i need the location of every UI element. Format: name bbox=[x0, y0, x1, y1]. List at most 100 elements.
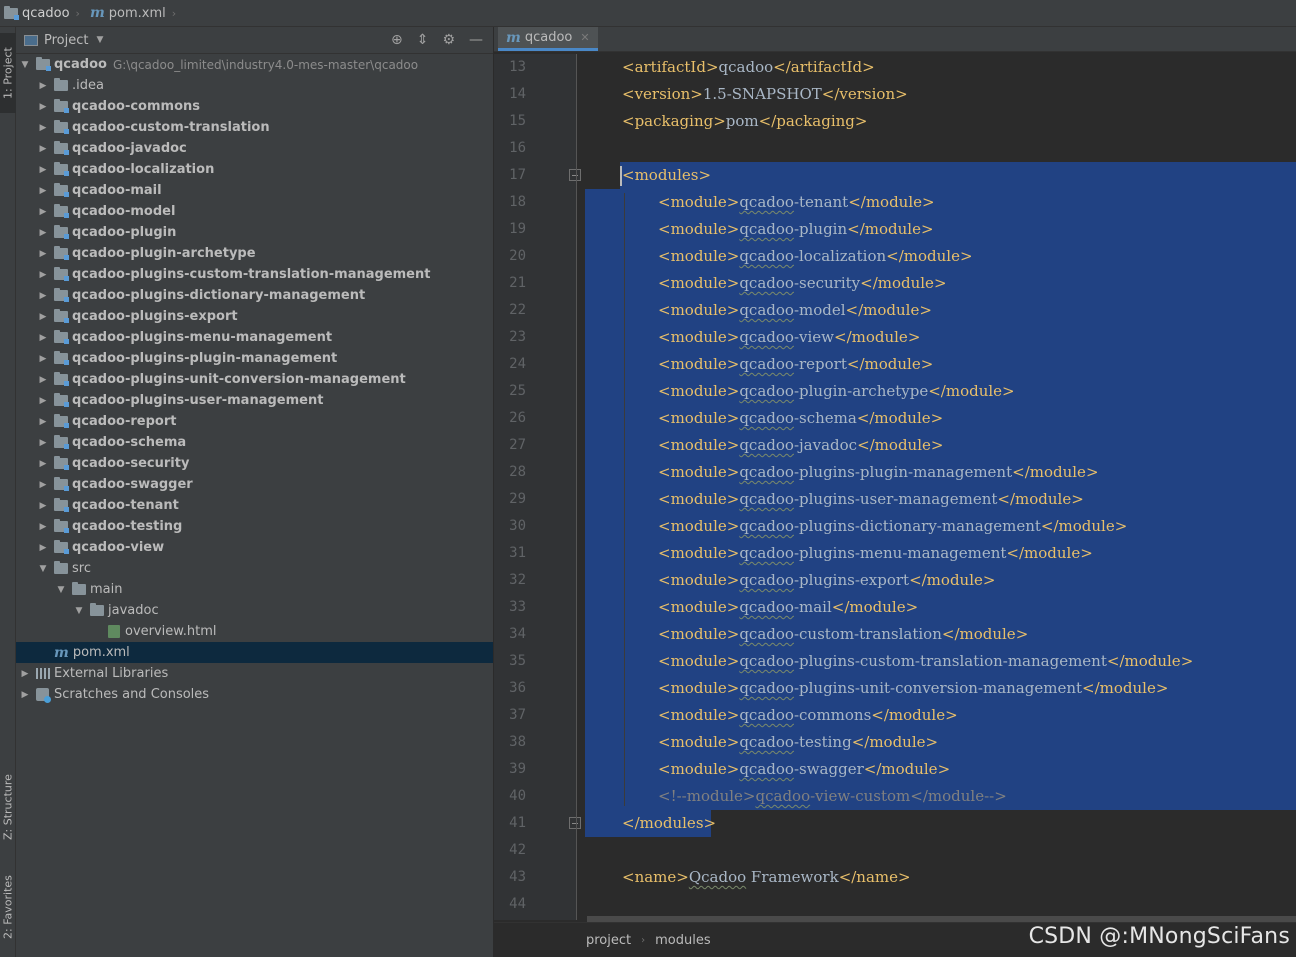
chevron-right-icon[interactable]: ▶ bbox=[18, 690, 32, 700]
favorites-tool-tab[interactable]: 2: Favorites bbox=[0, 857, 16, 957]
chevron-down-icon[interactable]: ▼ bbox=[72, 606, 86, 616]
tree-module[interactable]: ▶ qcadoo-plugins-export bbox=[16, 306, 493, 327]
tree-module[interactable]: ▶ qcadoo-plugins-plugin-management bbox=[16, 348, 493, 369]
chevron-right-icon[interactable]: ▶ bbox=[36, 102, 50, 112]
chevron-right-icon[interactable]: ▶ bbox=[36, 228, 50, 238]
tree-pom-file[interactable]: m pom.xml bbox=[16, 642, 493, 663]
tree-module[interactable]: ▶ qcadoo-view bbox=[16, 537, 493, 558]
breadcrumb-modules[interactable]: modules bbox=[655, 933, 711, 948]
code-token: <module> bbox=[658, 679, 740, 697]
chevron-right-icon[interactable]: ▶ bbox=[36, 417, 50, 427]
tree-module[interactable]: ▶ qcadoo-security bbox=[16, 453, 493, 474]
tree-module[interactable]: ▶ qcadoo-custom-translation bbox=[16, 117, 493, 138]
tree-module[interactable]: ▶ qcadoo-commons bbox=[16, 96, 493, 117]
tree-module[interactable]: ▶ qcadoo-model bbox=[16, 201, 493, 222]
tree-module[interactable]: ▶ qcadoo-mail bbox=[16, 180, 493, 201]
code-token: -custom-translation bbox=[793, 625, 942, 643]
chevron-right-icon[interactable]: ▶ bbox=[36, 123, 50, 133]
tree-module-name: qcadoo-plugins-unit-conversion-managemen… bbox=[72, 372, 406, 387]
tree-module[interactable]: ▶ qcadoo-swagger bbox=[16, 474, 493, 495]
tree-module-name: qcadoo-custom-translation bbox=[72, 120, 270, 135]
code-line: <!--module>qcadoo-view-custom</module--> bbox=[658, 783, 1007, 810]
tree-javadoc[interactable]: ▼ javadoc bbox=[16, 600, 493, 621]
collapse-icon[interactable]: ⇕ bbox=[417, 32, 429, 48]
target-icon[interactable]: ⊕ bbox=[391, 32, 403, 48]
chevron-right-icon[interactable]: ▶ bbox=[36, 396, 50, 406]
nav-crumb-file[interactable]: m pom.xml bbox=[86, 5, 166, 21]
tree-module[interactable]: ▶ qcadoo-plugins-user-management bbox=[16, 390, 493, 411]
module-folder-icon bbox=[54, 141, 69, 155]
project-tree: ▼ qcadoo G:\qcadoo_limited\industry4.0-m… bbox=[16, 54, 493, 705]
tree-module[interactable]: ▶ .idea bbox=[16, 75, 493, 96]
tree-module[interactable]: ▶ qcadoo-testing bbox=[16, 516, 493, 537]
tree-module[interactable]: ▶ qcadoo-plugins-custom-translation-manag… bbox=[16, 264, 493, 285]
gear-icon[interactable]: ⚙ bbox=[442, 32, 455, 48]
tree-module[interactable]: ▶ qcadoo-plugins-dictionary-management bbox=[16, 285, 493, 306]
tree-module[interactable]: ▶ qcadoo-plugin bbox=[16, 222, 493, 243]
chevron-right-icon[interactable]: ▶ bbox=[36, 165, 50, 175]
tree-module-name: .idea bbox=[72, 78, 104, 93]
code-token: <module> bbox=[658, 382, 740, 400]
chevron-right-icon[interactable]: ▶ bbox=[36, 144, 50, 154]
project-tool-tab[interactable]: 1: Project bbox=[0, 33, 16, 113]
chevron-right-icon[interactable]: ▶ bbox=[36, 501, 50, 511]
text-caret bbox=[620, 166, 622, 186]
code-token: <module> bbox=[658, 274, 740, 292]
chevron-right-icon[interactable]: ▶ bbox=[36, 480, 50, 490]
tree-module[interactable]: ▶ qcadoo-javadoc bbox=[16, 138, 493, 159]
chevron-right-icon[interactable]: ▶ bbox=[36, 459, 50, 469]
tree-module[interactable]: ▶ qcadoo-localization bbox=[16, 159, 493, 180]
chevron-right-icon[interactable]: ▶ bbox=[18, 669, 32, 679]
code-token: <module> bbox=[658, 220, 740, 238]
chevron-right-icon[interactable]: ▶ bbox=[36, 354, 50, 364]
code-area[interactable]: <artifactId>qcadoo</artifactId> <version>… bbox=[577, 54, 1296, 920]
chevron-right-icon[interactable]: ▶ bbox=[36, 186, 50, 196]
chevron-right-icon[interactable]: ▶ bbox=[36, 207, 50, 217]
tree-external-libraries[interactable]: ▶ External Libraries bbox=[16, 663, 493, 684]
structure-tool-tab[interactable]: Z: Structure bbox=[0, 757, 16, 857]
tree-overview-file[interactable]: overview.html bbox=[16, 621, 493, 642]
chevron-down-icon[interactable]: ▼ bbox=[54, 585, 68, 595]
code-token: qcadoo bbox=[739, 544, 794, 562]
scratches-icon bbox=[36, 688, 51, 703]
chevron-down-icon[interactable]: ▼ bbox=[18, 60, 32, 70]
breadcrumb-project[interactable]: project bbox=[586, 933, 631, 948]
tree-module[interactable]: ▶ qcadoo-report bbox=[16, 411, 493, 432]
chevron-right-icon[interactable]: ▶ bbox=[36, 270, 50, 280]
tree-module[interactable]: ▶ qcadoo-plugin-archetype bbox=[16, 243, 493, 264]
chevron-right-icon[interactable]: ▶ bbox=[36, 81, 50, 91]
chevron-right-icon[interactable]: ▶ bbox=[36, 375, 50, 385]
code-token: -view bbox=[793, 328, 834, 346]
tree-module[interactable]: ▶ qcadoo-plugins-menu-management bbox=[16, 327, 493, 348]
chevron-right-icon[interactable]: ▶ bbox=[36, 291, 50, 301]
tree-module[interactable]: ▶ qcadoo-plugins-unit-conversion-manageme… bbox=[16, 369, 493, 390]
minimize-icon[interactable]: — bbox=[469, 32, 483, 48]
code-token: qcadoo bbox=[739, 220, 794, 238]
chevron-right-icon[interactable]: ▶ bbox=[36, 438, 50, 448]
code-token: </module> bbox=[1106, 652, 1194, 670]
tree-module[interactable]: ▶ qcadoo-schema bbox=[16, 432, 493, 453]
close-icon[interactable]: ✕ bbox=[580, 31, 589, 44]
chevron-right-icon[interactable]: ▶ bbox=[36, 333, 50, 343]
code-line: <module>qcadoo-security</module> bbox=[658, 270, 947, 297]
code-token: qcadoo bbox=[739, 436, 794, 454]
tree-src[interactable]: ▼ src bbox=[16, 558, 493, 579]
tree-scratches[interactable]: ▶ Scratches and Consoles bbox=[16, 684, 493, 705]
code-token: pom bbox=[725, 112, 759, 130]
tree-main[interactable]: ▼ main bbox=[16, 579, 493, 600]
tree-module[interactable]: ▶ qcadoo-tenant bbox=[16, 495, 493, 516]
code-token: -javadoc bbox=[793, 436, 858, 454]
chevron-right-icon[interactable]: ▶ bbox=[36, 543, 50, 553]
tree-root[interactable]: ▼ qcadoo G:\qcadoo_limited\industry4.0-m… bbox=[16, 54, 493, 75]
project-view-selector[interactable]: Project ▼ bbox=[16, 33, 103, 48]
code-token: </module> bbox=[857, 436, 944, 454]
chevron-right-icon[interactable]: ▶ bbox=[36, 312, 50, 322]
chevron-right-icon[interactable]: ▶ bbox=[36, 249, 50, 259]
project-view-label: Project bbox=[44, 32, 89, 48]
code-token: </module> bbox=[846, 355, 934, 373]
nav-crumb-project[interactable]: qcadoo bbox=[0, 5, 70, 21]
editor-tab-qcadoo[interactable]: m qcadoo ✕ bbox=[498, 27, 598, 51]
tree-module-name: qcadoo-javadoc bbox=[72, 141, 187, 156]
chevron-down-icon[interactable]: ▼ bbox=[36, 564, 50, 574]
chevron-right-icon[interactable]: ▶ bbox=[36, 522, 50, 532]
